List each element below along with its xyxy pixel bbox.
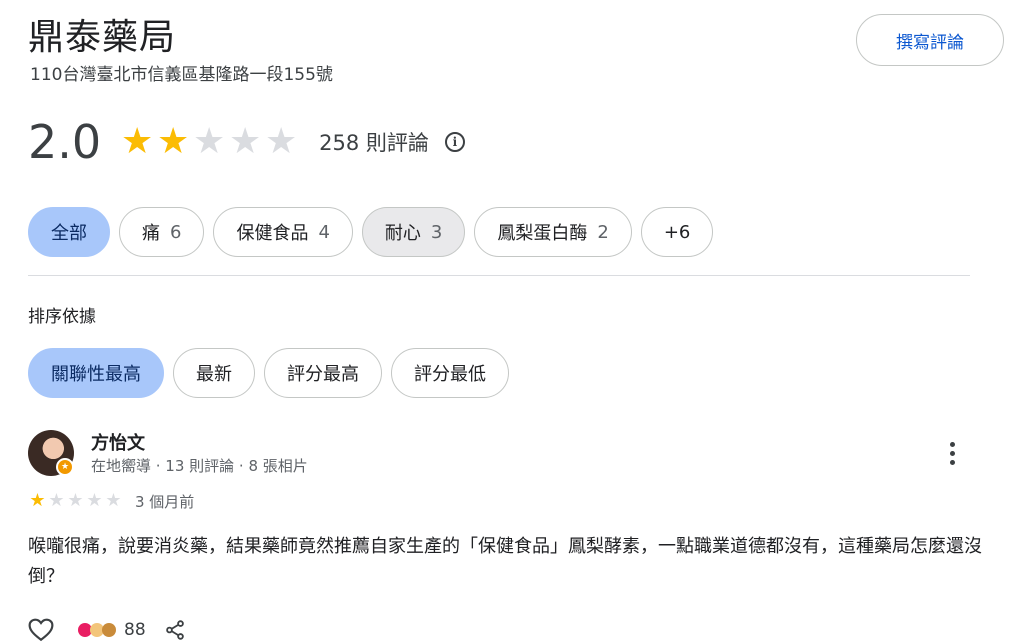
star-empty-icon: ★ bbox=[86, 490, 103, 511]
divider bbox=[28, 275, 970, 276]
topic-chip-label: 保健食品 bbox=[236, 223, 309, 244]
review-text: 喉嚨很痛，說要消炎藥，結果藥師竟然推薦自家生產的「保健食品」鳳梨酵素，一點職業道… bbox=[28, 536, 982, 587]
sort-option[interactable]: 評分最低 bbox=[391, 348, 509, 398]
topic-chip-label: 耐心 bbox=[384, 223, 421, 244]
star-empty-icon: ★ bbox=[105, 490, 122, 511]
heart-outline-icon[interactable] bbox=[28, 618, 54, 642]
reviewer-name[interactable]: 方怡文 bbox=[91, 429, 145, 455]
star-empty-icon: ★ bbox=[67, 490, 84, 511]
review-rating: ★ ★ ★ ★ ★ 3 個月前 bbox=[28, 490, 194, 512]
sort-option[interactable]: 關聯性最高 bbox=[28, 348, 164, 398]
topic-chip-row: 全部 痛 6 保健食品 4 耐心 3 鳳梨蛋白酶 2 +6 bbox=[28, 207, 714, 257]
topic-chip-count: 4 bbox=[318, 221, 330, 243]
topic-chip[interactable]: 痛6 bbox=[119, 207, 205, 257]
star-filled-icon: ★ bbox=[121, 121, 154, 162]
place-title: 鼎泰藥局 bbox=[28, 17, 177, 58]
topic-chip-label: +6 bbox=[663, 221, 691, 243]
rating-stars: ★ ★ ★ ★ ★ bbox=[119, 124, 299, 160]
star-empty-icon: ★ bbox=[48, 490, 65, 511]
topic-chip[interactable]: 鳳梨蛋白酶 2 bbox=[474, 207, 632, 257]
topic-chip-label: 全部 bbox=[51, 223, 87, 244]
info-icon[interactable]: i bbox=[444, 132, 465, 152]
topic-chip[interactable]: 保健食品 4 bbox=[213, 207, 353, 257]
review-actions: 88 bbox=[28, 618, 186, 642]
pray-reaction-icon bbox=[102, 623, 116, 637]
topic-chip-label: 鳳梨蛋白酶 bbox=[497, 223, 588, 244]
rating-value: 2.0 bbox=[28, 115, 102, 169]
place-address: 110台灣臺北市信義區基隆路一段155號 bbox=[30, 65, 333, 85]
topic-chip-count: 6 bbox=[170, 221, 182, 243]
sort-option[interactable]: 最新 bbox=[173, 348, 255, 398]
topic-chip-label: 痛 bbox=[142, 223, 160, 244]
review-date: 3 個月前 bbox=[135, 492, 195, 511]
more-vert-icon[interactable] bbox=[940, 438, 964, 468]
review-count: 258 則評論 bbox=[319, 131, 429, 155]
reviewer-meta: 在地嚮導 · 13 則評論 · 8 張相片 bbox=[91, 457, 308, 475]
reaction-count: 88 bbox=[124, 620, 146, 640]
star-empty-icon: ★ bbox=[265, 121, 298, 162]
share-icon[interactable] bbox=[164, 619, 186, 641]
topic-chip[interactable]: 耐心 3 bbox=[361, 207, 466, 257]
local-guide-badge-icon: ★ bbox=[56, 458, 74, 476]
sort-label: 排序依據 bbox=[28, 307, 96, 327]
topic-chip[interactable]: 全部 bbox=[28, 207, 110, 257]
topic-chip[interactable]: +6 bbox=[640, 207, 714, 257]
review-stars: ★ ★ ★ ★ ★ bbox=[28, 490, 123, 512]
topic-chip-count: 2 bbox=[597, 221, 609, 243]
star-empty-icon: ★ bbox=[229, 121, 262, 162]
rating-summary: 2.0 ★ ★ ★ ★ ★ 258 則評論 i bbox=[28, 112, 465, 172]
star-filled-icon: ★ bbox=[29, 490, 46, 511]
sort-chip-row: 關聯性最高 最新 評分最高 評分最低 bbox=[28, 348, 509, 398]
reactions[interactable]: 88 bbox=[78, 620, 146, 640]
star-filled-icon: ★ bbox=[157, 121, 190, 162]
star-empty-icon: ★ bbox=[193, 121, 226, 162]
topic-chip-count: 3 bbox=[430, 221, 443, 243]
sort-option[interactable]: 評分最高 bbox=[264, 348, 382, 398]
write-review-button[interactable]: 撰寫評論 bbox=[856, 14, 1004, 66]
